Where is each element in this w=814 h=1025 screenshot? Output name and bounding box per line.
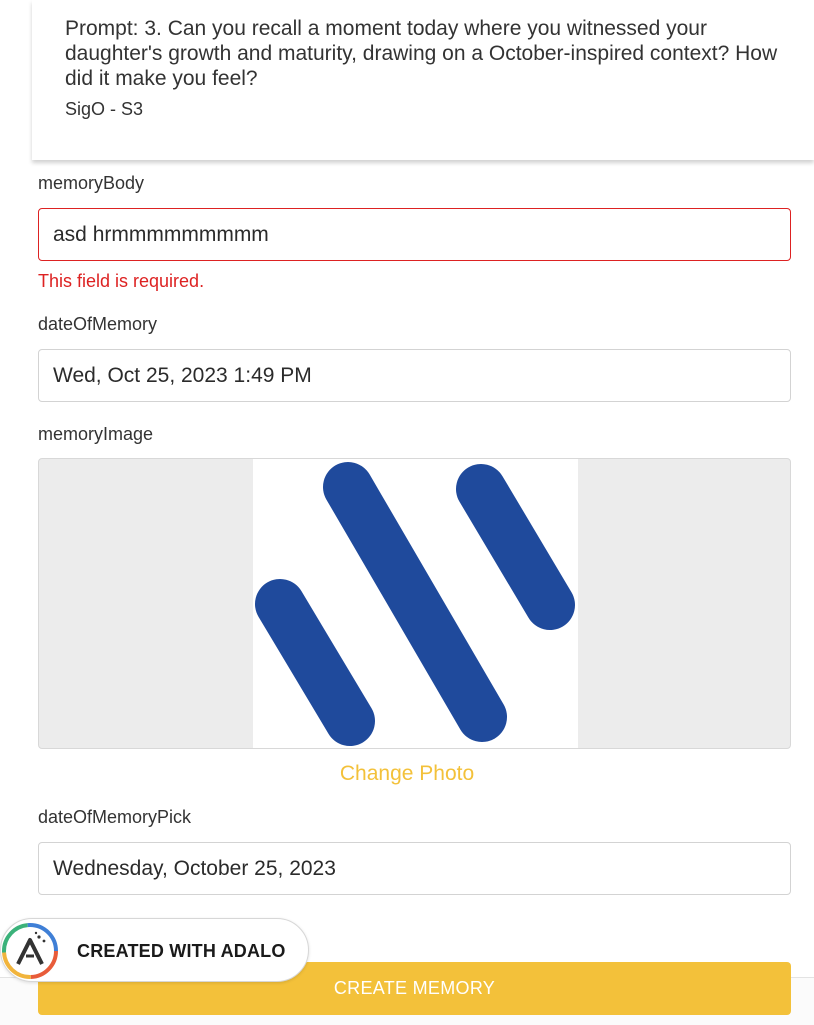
date-of-memory-input[interactable]: Wed, Oct 25, 2023 1:49 PM	[38, 349, 791, 402]
prompt-subtitle: SigO - S3	[65, 99, 144, 119]
change-photo-button[interactable]: Change Photo	[0, 762, 814, 786]
date-of-memory-pick-input[interactable]: Wednesday, October 25, 2023	[38, 842, 791, 895]
memory-image-picker[interactable]	[38, 458, 791, 749]
memory-image	[253, 459, 578, 748]
adalo-badge[interactable]: CREATED WITH ADALO	[0, 918, 309, 982]
adalo-logo-icon	[2, 923, 58, 979]
stripe-long	[323, 462, 507, 742]
memory-image-label: memoryImage	[38, 424, 154, 444]
stripe-short	[255, 579, 375, 746]
stripes-logo-image	[255, 462, 575, 746]
memory-body-error: This field is required.	[38, 271, 205, 291]
memory-body-label: memoryBody	[38, 173, 145, 193]
date-of-memory-pick-label: dateOfMemoryPick	[38, 807, 192, 827]
adalo-badge-text: CREATED WITH ADALO	[77, 941, 286, 961]
prompt-card: Prompt: 3. Can you recall a moment today…	[32, 0, 814, 160]
memory-body-input[interactable]: asd hrmmmmmmmmm	[38, 208, 791, 261]
date-of-memory-label: dateOfMemory	[38, 314, 158, 334]
stripe-upper	[456, 464, 575, 630]
prompt-text: Prompt: 3. Can you recall a moment today…	[65, 17, 778, 90]
